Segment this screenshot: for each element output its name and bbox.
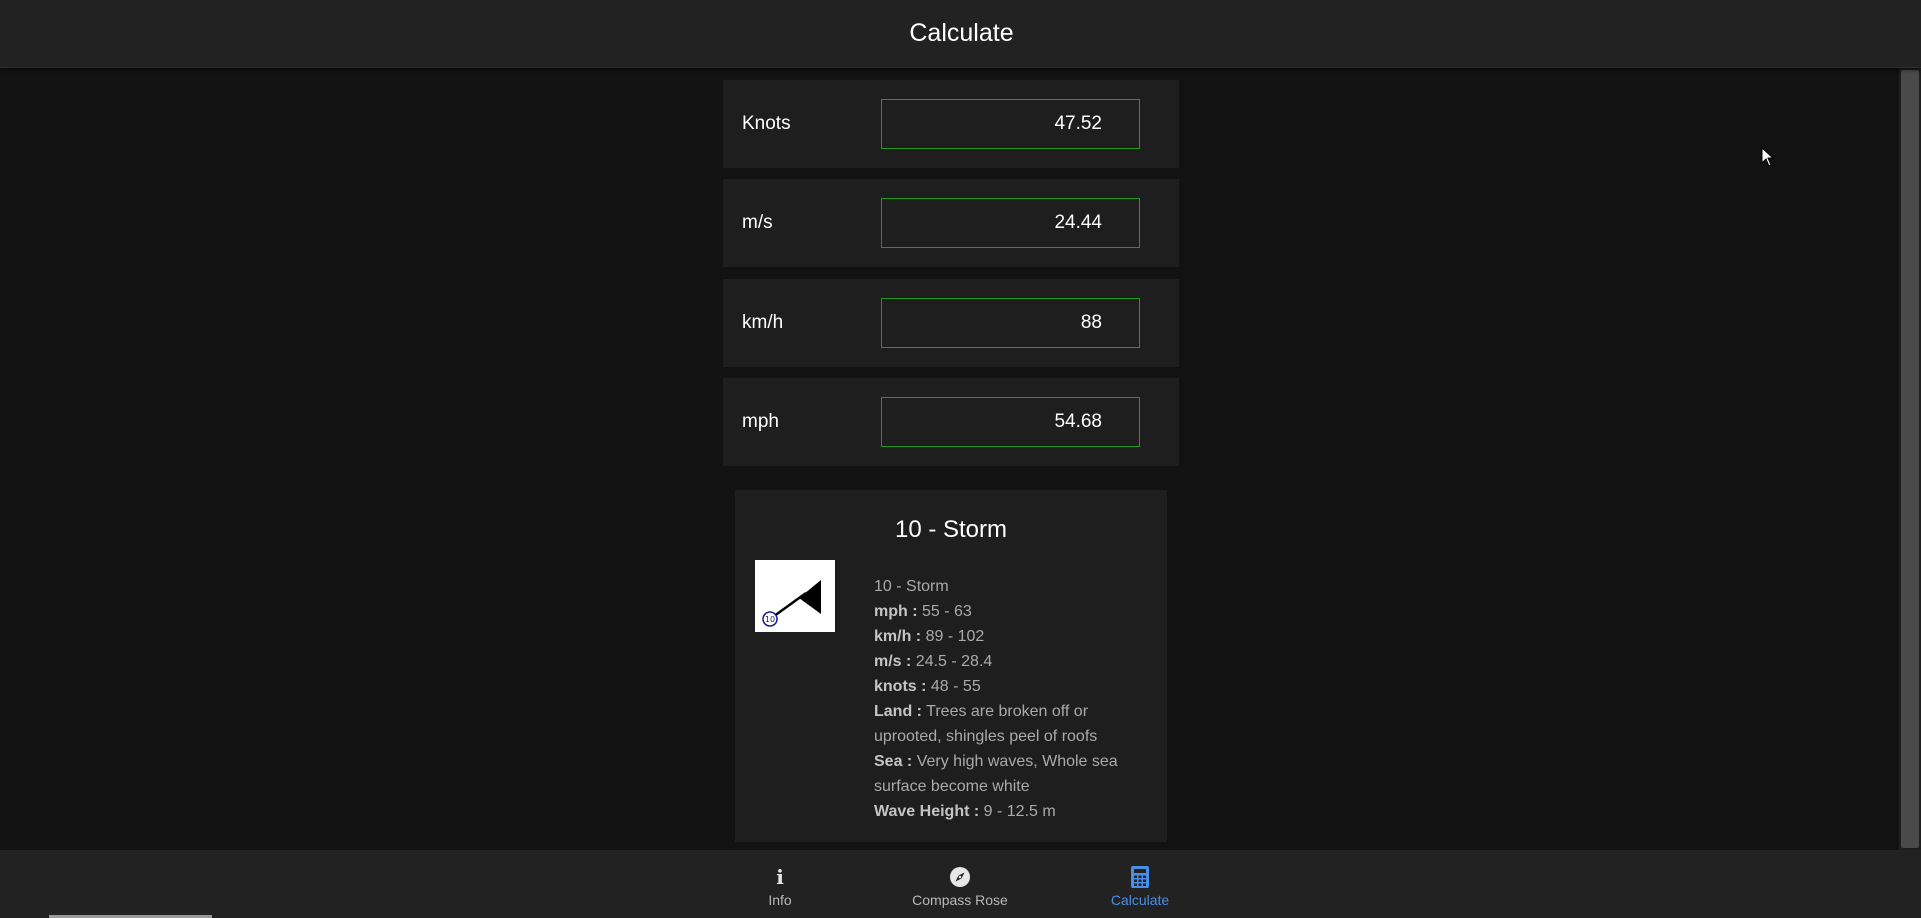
wind-barb-icon: 10 [762,580,821,627]
detail-kmh-value: 89 - 102 [925,628,985,645]
bottom-nav: i Info Compass Rose Calculate [0,850,1921,918]
detail-sea-label: Sea : [874,753,913,770]
detail-kmh-label: km/h : [874,628,922,645]
nav-calculate[interactable]: Calculate [1060,850,1220,918]
nav-info-label: Info [768,891,792,908]
detail-ms-value: 24.5 - 28.4 [915,653,993,670]
detail-mph: mph : 55 - 63 [874,599,1154,624]
app-root: Calculate Knots m/s km/h mph 10 - Storm [0,0,1921,918]
detail-wave-label: Wave Height : [874,803,980,820]
wind-barb-image: 10 [755,560,835,632]
calculator-icon [1131,865,1149,889]
beaufort-card: 10 - Storm 10 10 - Storm mph : 55 - 63 k… [735,490,1167,842]
ms-input[interactable] [881,198,1140,248]
detail-wave-value: 9 - 12.5 m [983,803,1056,820]
detail-heading: 10 - Storm [874,578,949,595]
detail-sea: Sea : Very high waves, Whole sea surface… [874,749,1154,799]
mph-input[interactable] [881,397,1140,447]
mph-label: mph [742,411,779,432]
kmh-row: km/h [723,279,1179,367]
detail-knots-label: knots : [874,678,927,695]
detail-land-label: Land : [874,703,922,720]
detail-ms: m/s : 24.5 - 28.4 [874,649,1154,674]
beaufort-title: 10 - Storm [894,516,1008,543]
detail-ms-label: m/s : [874,653,912,670]
detail-knots-value: 48 - 55 [930,678,981,695]
nav-compass-label: Compass Rose [912,891,1008,908]
detail-kmh: km/h : 89 - 102 [874,624,1154,649]
nav-info[interactable]: i Info [700,850,860,918]
app-header: Calculate [0,0,1921,68]
detail-land: Land : Trees are broken off or uprooted,… [874,699,1154,749]
detail-mph-label: mph : [874,603,918,620]
ms-label: m/s [742,212,773,233]
knots-row: Knots [723,80,1179,168]
compass-icon [949,865,971,889]
wind-barb-badge: 10 [765,615,775,624]
mph-row: mph [723,378,1179,466]
detail-wave: Wave Height : 9 - 12.5 m [874,799,1154,824]
page-title: Calculate [909,19,1014,47]
info-icon: i [776,864,784,889]
knots-label: Knots [742,113,791,134]
kmh-input[interactable] [881,298,1140,348]
mouse-cursor-icon [1761,146,1775,172]
detail-mph-value: 55 - 63 [922,603,972,620]
nav-compass-rose[interactable]: Compass Rose [880,850,1040,918]
kmh-label: km/h [742,312,784,333]
ms-row: m/s [723,179,1179,267]
detail-knots: knots : 48 - 55 [874,674,1154,699]
beaufort-details: 10 - Storm mph : 55 - 63 km/h : 89 - 102… [874,574,1154,824]
scrollbar-thumb[interactable] [1901,70,1919,848]
knots-input[interactable] [881,99,1140,149]
nav-calculate-label: Calculate [1110,891,1170,908]
